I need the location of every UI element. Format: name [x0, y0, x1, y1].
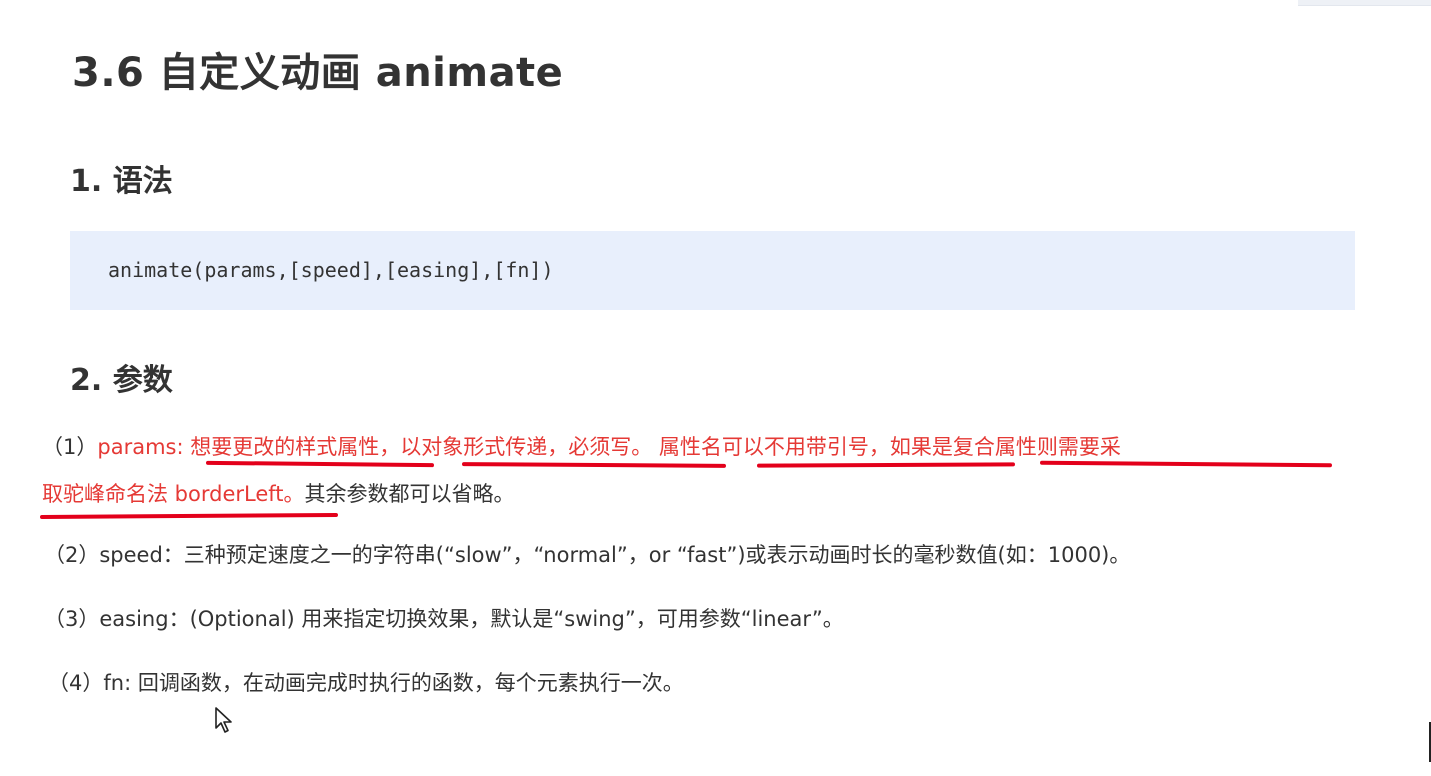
code-block: animate(params,[speed],[easing],[fn]): [70, 231, 1355, 310]
param-item-params: （1）params: 想要更改的样式属性，以对象形式传递，必须写。 属性名可以不…: [42, 434, 1121, 461]
underline-mark: [756, 462, 1016, 468]
param-item-params-continued: 取驼峰命名法 borderLeft。其余参数都可以省略。: [42, 481, 515, 508]
top-right-tab-strip: [1298, 0, 1431, 6]
underline-mark: [461, 462, 727, 468]
param-params-highlight-line1: params: 想要更改的样式属性，以对象形式传递，必须写。 属性名可以不用带引…: [97, 435, 1121, 459]
underline-mark: [1039, 460, 1333, 468]
param-item-fn: （4）fn: 回调函数，在动画完成时执行的函数，每个元素执行一次。: [48, 671, 684, 695]
param-params-highlight-line2: 取驼峰命名法 borderLeft。: [42, 482, 305, 506]
page-title: 3.6 自定义动画 animate: [72, 50, 564, 96]
code-text: animate(params,[speed],[easing],[fn]): [108, 258, 554, 282]
param-item-speed: （2）speed：三种预定速度之一的字符串(“slow”，“normal”，or…: [44, 543, 1131, 567]
mouse-cursor-icon: [215, 707, 232, 733]
param-prefix: （1）: [42, 435, 98, 459]
param-params-rest: 其余参数都可以省略。: [304, 482, 515, 506]
syntax-heading: 1. 语法: [70, 164, 173, 199]
underline-mark: [39, 512, 339, 520]
underline-mark: [205, 460, 435, 468]
param-item-easing: （3）easing：(Optional) 用来指定切换效果，默认是“swing”…: [44, 607, 844, 631]
params-heading: 2. 参数: [70, 363, 173, 398]
